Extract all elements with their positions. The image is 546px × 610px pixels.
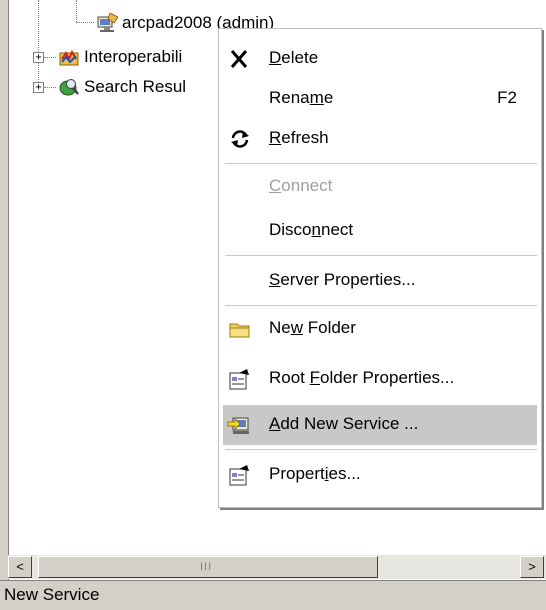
- scrollbar-thumb[interactable]: III: [38, 556, 378, 578]
- menu-item-label: Properties...: [269, 464, 361, 483]
- expand-interoperability-button[interactable]: +: [33, 52, 44, 63]
- tree-item-label: Search Resul: [84, 77, 187, 96]
- menu-item-label: Refresh: [269, 128, 329, 147]
- tree-connector: [76, 22, 94, 23]
- interoperability-icon: [58, 47, 80, 67]
- tree-item-label: Interoperabili: [84, 47, 183, 66]
- menu-item-label: Connect: [269, 176, 333, 195]
- menu-item-new-folder[interactable]: New Folder: [223, 309, 537, 349]
- menu-item-connect: Connect: [223, 167, 537, 207]
- properties-icon: [227, 367, 253, 391]
- properties-icon: [227, 463, 253, 487]
- menu-separator: [225, 305, 537, 306]
- menu-item-refresh[interactable]: Refresh: [223, 119, 537, 159]
- menu-item-root-folder-properties[interactable]: Root Folder Properties...: [223, 359, 537, 399]
- menu-shortcut: F2: [497, 88, 517, 107]
- delete-x-icon: [227, 47, 253, 71]
- refresh-icon: [227, 127, 253, 151]
- folder-icon: [227, 317, 253, 341]
- tree-item-search-results[interactable]: Search Resul: [58, 76, 186, 98]
- window-left-frame: [0, 0, 9, 580]
- menu-item-label: Add New Service ...: [269, 414, 419, 433]
- menu-separator: [225, 449, 537, 450]
- menu-item-label: Server Properties...: [269, 270, 416, 289]
- tree-connector: [44, 57, 56, 58]
- tree-item-interoperability[interactable]: Interoperabili: [58, 46, 182, 68]
- menu-separator: [225, 255, 537, 256]
- add-service-icon: [227, 413, 253, 437]
- horizontal-scrollbar[interactable]: < III >: [8, 555, 546, 579]
- menu-item-add-new-service[interactable]: Add New Service ...: [223, 405, 537, 445]
- menu-item-properties[interactable]: Properties...: [223, 455, 537, 495]
- menu-item-label: Disconnect: [269, 220, 354, 239]
- status-text: New Service: [4, 585, 100, 604]
- menu-item-disconnect[interactable]: Disconnect: [223, 211, 537, 251]
- menu-item-label: Rename: [269, 88, 334, 107]
- menu-item-rename[interactable]: Rename F2: [223, 79, 537, 119]
- tree-connector: [44, 87, 56, 88]
- menu-item-delete[interactable]: Delete: [223, 39, 537, 79]
- tree-connector: [76, 0, 77, 22]
- menu-item-server-properties[interactable]: Server Properties...: [223, 261, 537, 301]
- scroll-left-button[interactable]: <: [8, 556, 32, 578]
- expand-search-results-button[interactable]: +: [33, 82, 44, 93]
- menu-item-label: Root Folder Properties...: [269, 368, 455, 387]
- context-menu: Delete Rename F2 Refresh Connect Disconn…: [218, 28, 542, 508]
- menu-item-label: Delete: [269, 48, 319, 67]
- tree-connector: [38, 0, 39, 90]
- chevron-right-icon: >: [528, 559, 536, 574]
- chevron-left-icon: <: [16, 559, 24, 574]
- scroll-right-button[interactable]: >: [520, 556, 544, 578]
- menu-item-label: New Folder: [269, 318, 356, 337]
- status-bar: New Service: [0, 580, 546, 610]
- scrollbar-grip: III: [200, 561, 213, 573]
- server-icon: [96, 12, 119, 33]
- search-results-icon: [58, 77, 80, 97]
- menu-separator: [225, 163, 537, 164]
